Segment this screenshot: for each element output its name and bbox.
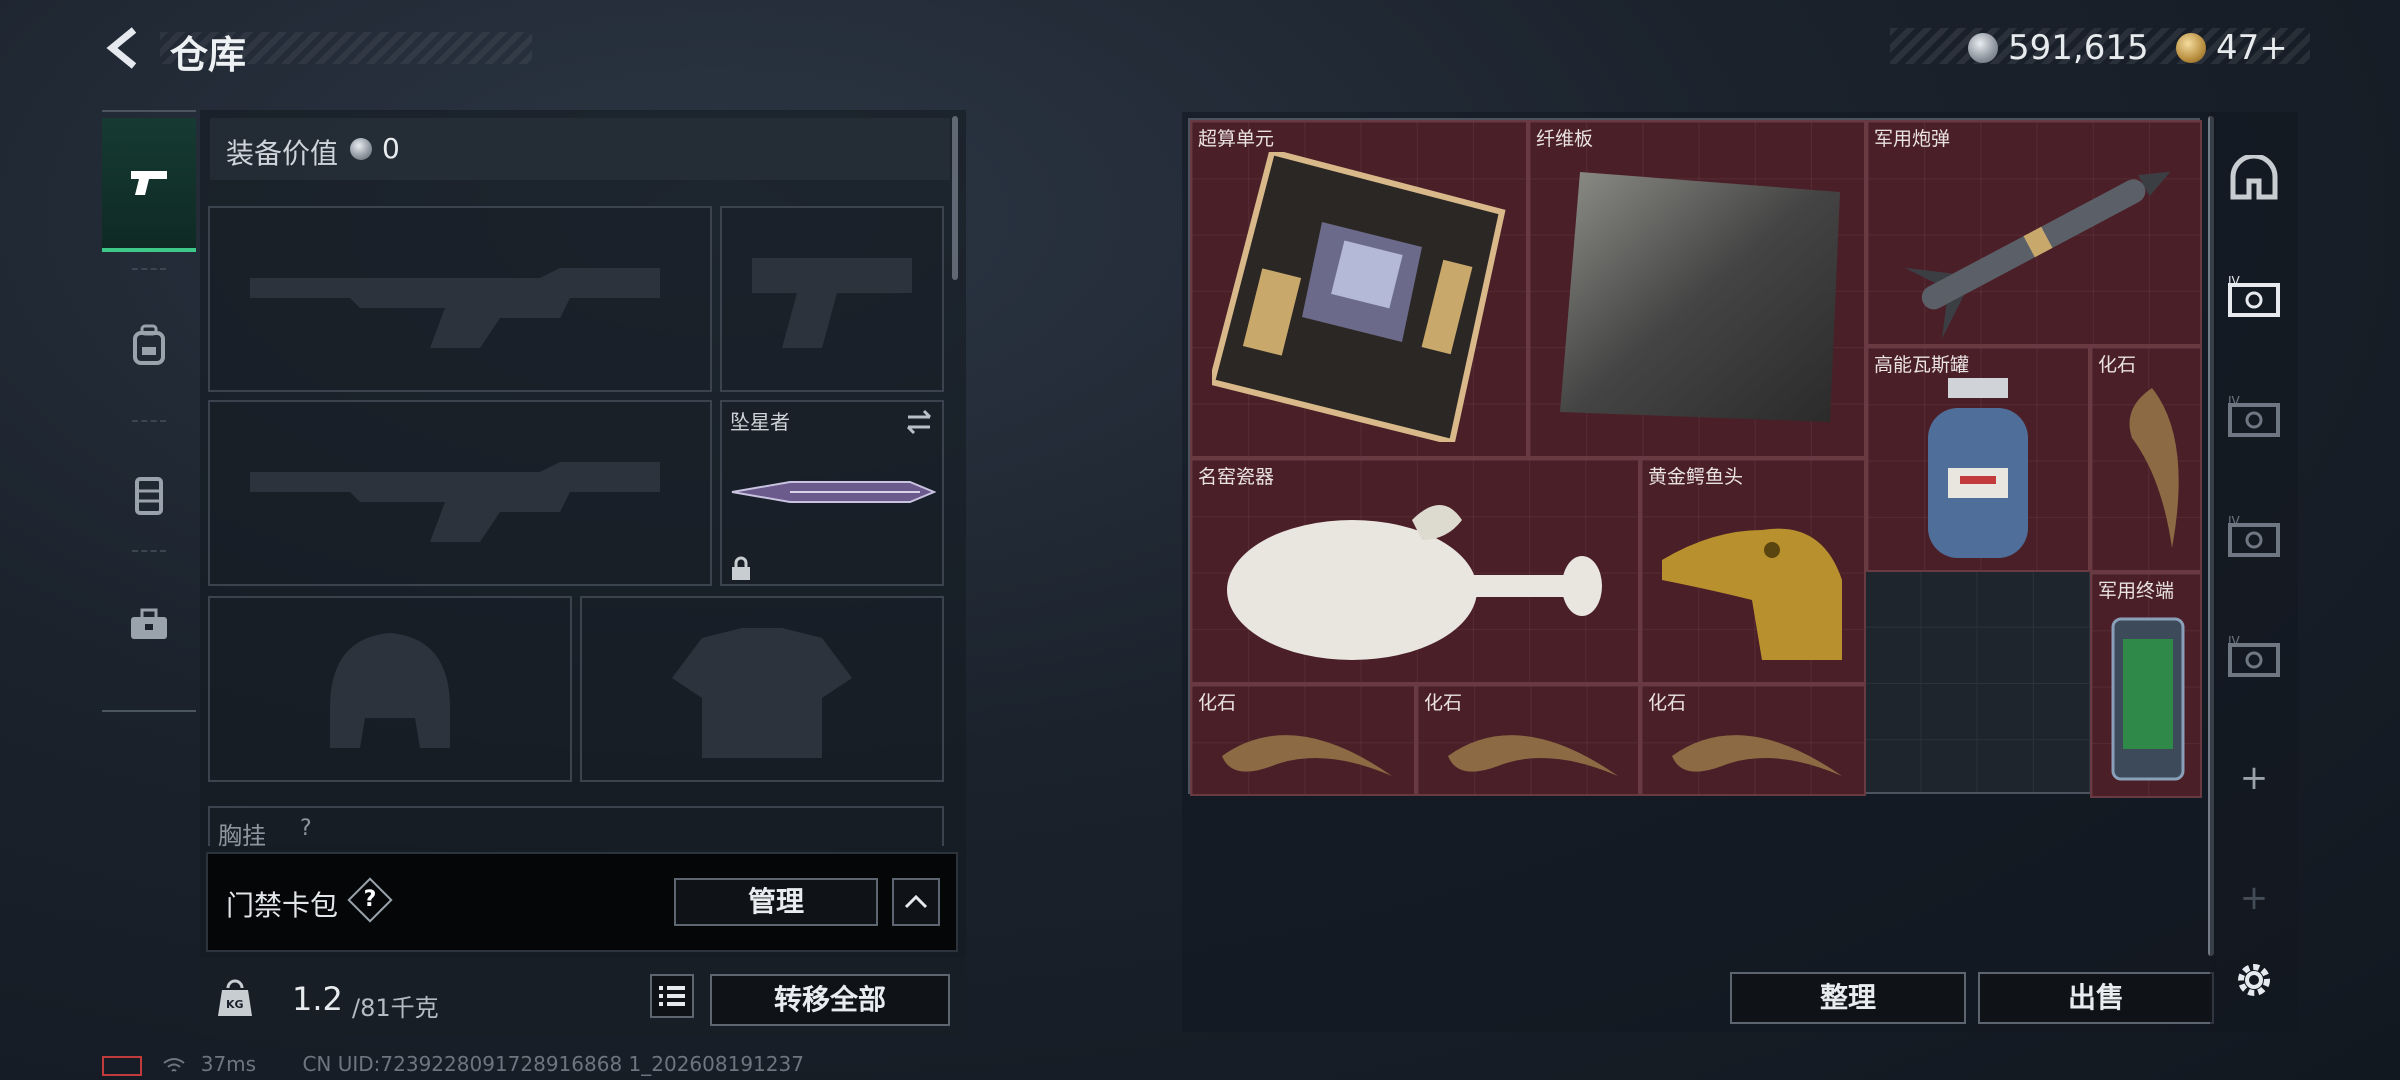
keycard-pack-bar: 门禁卡包 ? 管理 (206, 852, 958, 952)
left-nav (102, 110, 196, 714)
ping-text: 37ms (200, 1052, 257, 1076)
list-icon (659, 986, 685, 1006)
organize-button[interactable]: 整理 (1730, 972, 1966, 1024)
storage-box-icon: IV (2228, 635, 2280, 677)
svg-text:IV: IV (2228, 395, 2241, 408)
fiberboard-image (1560, 172, 1840, 422)
lock-icon (732, 556, 750, 580)
rifle-silhouette-icon (250, 268, 660, 348)
rifle-silhouette-icon (250, 462, 660, 542)
pistol-icon (131, 171, 167, 195)
weight-icon: KG (218, 976, 252, 1016)
stash-item-fossil[interactable]: 化石 (1640, 684, 1866, 796)
back-arrow-icon (106, 27, 137, 69)
stash-item-porcelain[interactable]: 名窑瓷器 (1190, 458, 1640, 684)
stash-item-supercomputer-unit[interactable]: 超算单元 (1190, 120, 1528, 458)
missile-image (1904, 171, 2171, 339)
fossil-claw-image (1222, 735, 1392, 776)
battery-icon (102, 1055, 142, 1076)
primary-weapon-slot[interactable] (208, 206, 712, 392)
storage-box-icon: IV (2228, 515, 2280, 557)
fossil-claw-image (2129, 388, 2179, 548)
list-view-button[interactable] (650, 974, 694, 1018)
helmet-slot[interactable] (208, 596, 572, 782)
sell-button[interactable]: 出售 (1978, 972, 2214, 1024)
pistol-silhouette-icon (752, 258, 912, 348)
vault-icon (2230, 155, 2278, 200)
manage-button[interactable]: 管理 (674, 878, 878, 926)
nav-weapons-tab[interactable] (102, 118, 196, 252)
circuit-board-image (1212, 152, 1506, 442)
silver-currency: 591,615 (1968, 28, 2149, 68)
stash-tab-3[interactable]: IV (2210, 488, 2298, 588)
backpack-icon (133, 324, 165, 365)
porcelain-vase-image (1227, 505, 1602, 660)
vest-icon (135, 477, 163, 515)
stash-item-gas-canister[interactable]: 高能瓦斯罐 (1866, 346, 2090, 572)
silver-coin-icon (350, 138, 372, 160)
gold-coin-icon (2176, 33, 2206, 63)
gold-crocodile-image (1662, 528, 1842, 660)
stash-item-fossil[interactable]: 化石 (1416, 684, 1640, 796)
stash-item-military-terminal[interactable]: 军用终端 (2090, 572, 2202, 798)
capacity-bar: KG 1.2 /81千克 转移全部 (200, 958, 966, 1036)
status-bar: 37ms CN UID:7239228091728916868 1_202608… (102, 1052, 804, 1076)
stash-tab-4[interactable]: IV (2210, 608, 2298, 708)
nav-backpack-tab[interactable] (102, 280, 196, 410)
fossil-claw-image (1672, 735, 1842, 776)
sidearm-slot[interactable] (720, 206, 944, 392)
toolbox-icon (131, 608, 167, 639)
melee-slot[interactable]: 坠星者 (720, 400, 944, 586)
stash-item-military-shell[interactable]: 军用炮弹 (1866, 120, 2202, 346)
chevron-up-icon (904, 894, 928, 909)
terminal-image (2111, 617, 2185, 781)
wifi-icon (162, 1052, 192, 1076)
fossil-claw-image (1448, 735, 1618, 776)
back-button[interactable] (104, 26, 144, 70)
gold-currency[interactable]: 47+ (2176, 28, 2288, 68)
settings-button[interactable] (2210, 930, 2298, 1030)
stash-tab-2[interactable]: IV (2210, 368, 2298, 468)
stash-item-fossil[interactable]: 化石 (1190, 684, 1416, 796)
helmet-silhouette-icon (330, 633, 450, 748)
stash-item-fossil[interactable]: 化石 (2090, 346, 2202, 572)
chest-rig-section[interactable]: 胸挂 ? (208, 806, 944, 850)
secondary-weapon-slot[interactable] (208, 400, 712, 586)
nav-armor-tab[interactable] (102, 430, 196, 560)
svg-text:IV: IV (2228, 515, 2241, 528)
melee-knife-image (731, 481, 936, 503)
armor-silhouette-icon (672, 628, 852, 758)
stash-tab-vault[interactable] (2210, 128, 2298, 228)
loadout-scrollbar[interactable] (952, 116, 958, 280)
page-title: 仓库 (170, 33, 247, 77)
stash-side-tabs: IV IV IV IV + + (2210, 112, 2298, 1032)
svg-text:IV: IV (2228, 635, 2241, 648)
armor-slot[interactable] (580, 596, 944, 782)
stash-grid: 超算单元 纤维板 军用炮弹 高能瓦斯罐 化石 名窑瓷器 黄金鳄鱼头 军用终端 化… (1188, 118, 2202, 798)
stash-tab-1[interactable]: IV (2210, 248, 2298, 348)
storage-box-icon: IV (2228, 275, 2280, 317)
swap-icon[interactable] (904, 408, 934, 436)
transfer-all-button[interactable]: 转移全部 (710, 974, 950, 1026)
silver-coin-icon (1968, 33, 1998, 63)
svg-text:IV: IV (2228, 275, 2241, 288)
storage-box-icon: IV (2228, 395, 2280, 437)
gear-icon (2238, 964, 2270, 996)
equipment-value-row: 装备价值 0 (210, 118, 950, 180)
stash-item-fiberboard[interactable]: 纤维板 (1528, 120, 1866, 458)
uid-text: CN UID:7239228091728916868 1_20260819123… (302, 1052, 804, 1076)
expand-button[interactable] (892, 878, 940, 926)
nav-supplies-tab[interactable] (102, 560, 196, 690)
gas-canister-image (1928, 378, 2028, 558)
stash-item-golden-crocodile-head[interactable]: 黄金鳄鱼头 (1640, 458, 1866, 684)
add-stash-tab-button[interactable]: + (2210, 728, 2298, 828)
